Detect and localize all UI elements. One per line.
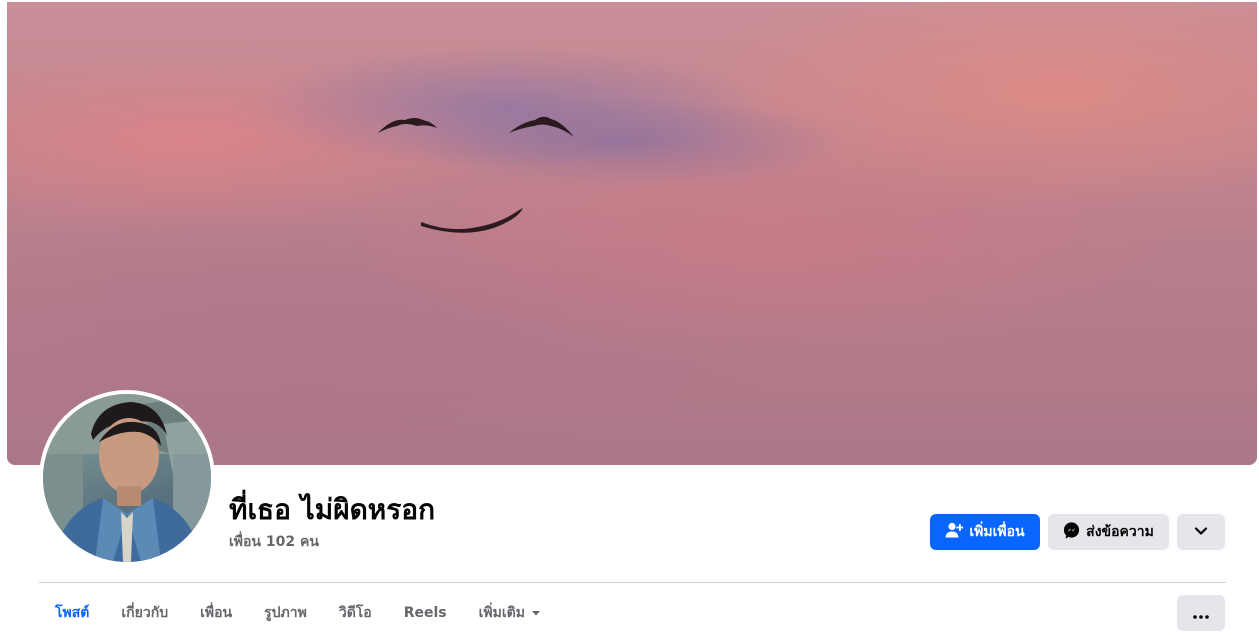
friend-count-link[interactable]: เพื่อน 102 คน	[229, 531, 319, 553]
tab-label: เกี่ยวกับ	[121, 605, 169, 621]
tab-posts[interactable]: โพสต์	[39, 596, 105, 630]
tab-more[interactable]: เพิ่มเติม	[463, 596, 557, 630]
cover-birds	[378, 116, 574, 233]
send-message-label: ส่งข้อความ	[1086, 524, 1154, 540]
caret-down-icon	[531, 605, 541, 621]
more-options-button[interactable]	[1177, 595, 1225, 631]
header-divider	[39, 582, 1226, 583]
tab-videos[interactable]: วิดีโอ	[323, 596, 388, 630]
tab-about[interactable]: เกี่ยวกับ	[105, 596, 184, 630]
tab-label: เพื่อน	[200, 605, 233, 621]
ellipsis-icon	[1193, 604, 1209, 623]
tab-photos[interactable]: รูปภาพ	[248, 596, 323, 630]
tab-label: เพิ่มเติม	[478, 605, 525, 621]
tab-friends[interactable]: เพื่อน	[184, 596, 248, 630]
tab-label: วิดีโอ	[338, 605, 372, 621]
add-friend-button[interactable]: เพิ่มเพื่อน	[930, 514, 1040, 550]
profile-avatar[interactable]	[39, 390, 215, 566]
tab-reels[interactable]: Reels	[388, 596, 463, 630]
add-friend-label: เพิ่มเพื่อน	[969, 524, 1025, 540]
profile-name: ที่เธอ ไม่ผิดหรอก	[229, 493, 436, 526]
messenger-icon	[1063, 521, 1080, 543]
tab-label: โพสต์	[55, 605, 90, 621]
avatar-image	[43, 394, 211, 562]
chevron-down-icon	[1194, 524, 1208, 540]
cover-photo[interactable]	[7, 2, 1257, 465]
send-message-button[interactable]: ส่งข้อความ	[1048, 514, 1169, 550]
profile-tabs: โพสต์ เกี่ยวกับ เพื่อน รูปภาพ วิดีโอ Ree…	[39, 596, 557, 630]
tab-label: รูปภาพ	[264, 605, 307, 621]
profile-options-button[interactable]	[1177, 514, 1225, 550]
tab-label: Reels	[403, 605, 447, 621]
person-plus-icon	[945, 522, 964, 542]
